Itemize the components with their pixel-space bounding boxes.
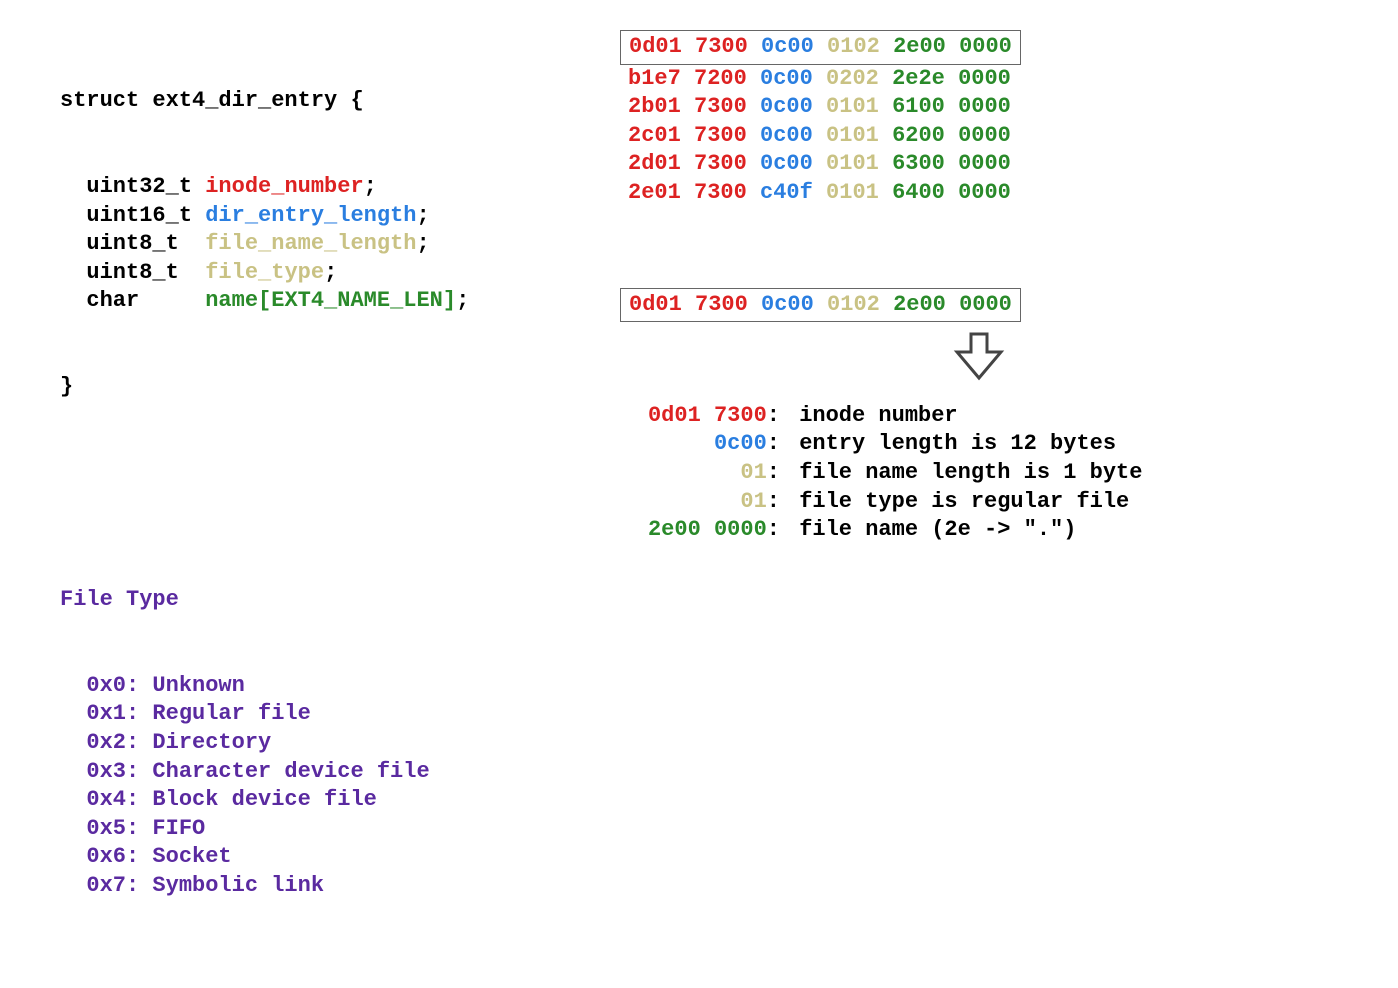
struct-field-type: uint8_t — [86, 260, 205, 285]
struct-field-type: uint8_t — [86, 231, 205, 256]
struct-field-name: file_type — [205, 260, 324, 285]
struct-field-name: name[EXT4_NAME_LEN] — [205, 288, 456, 313]
struct-field-suffix: ; — [416, 231, 429, 256]
breakdown-block: 0d01 7300 0c00 0102 2e00 0000 0d01 7300:… — [620, 288, 1338, 545]
file-type-entry: 0x2: Directory — [60, 729, 580, 758]
struct-field-suffix: ; — [416, 203, 429, 228]
struct-field-suffix: ; — [324, 260, 337, 285]
file-type-block: File Type 0x0: Unknown 0x1: Regular file… — [60, 529, 580, 958]
struct-field: uint8_t file_name_length; — [60, 230, 580, 259]
file-type-entry: 0x7: Symbolic link — [60, 872, 580, 901]
struct-field: char name[EXT4_NAME_LEN]; — [60, 287, 580, 316]
breakdown-key: 0d01 7300: — [620, 402, 786, 431]
file-type-entry: 0x3: Character device file — [60, 758, 580, 787]
struct-field-name: dir_entry_length — [205, 203, 416, 228]
struct-decl-open: struct ext4_dir_entry { — [60, 87, 580, 116]
breakdown-desc: file name length is 1 byte — [786, 459, 1142, 488]
breakdown-key: 01: — [620, 459, 786, 488]
struct-field-name: file_name_length — [205, 231, 416, 256]
struct-field: uint32_t inode_number; — [60, 173, 580, 202]
hex-row-first: 0d01 7300 0c00 0102 2e00 0000 — [620, 288, 1021, 323]
breakdown-row: 2e00 0000: file name (2e -> ".") — [620, 516, 1338, 545]
file-type-entry: 0x6: Socket — [60, 843, 580, 872]
file-type-entry: 0x0: Unknown — [60, 672, 580, 701]
file-type-entry: 0x5: FIFO — [60, 815, 580, 844]
struct-block: struct ext4_dir_entry { uint32_t inode_n… — [60, 30, 580, 459]
breakdown-desc: inode number — [786, 402, 958, 431]
struct-field-type: uint32_t — [86, 174, 205, 199]
hex-row: 2e01 7300 c40f 0101 6400 0000 — [628, 179, 1011, 208]
struct-field: uint16_t dir_entry_length; — [60, 202, 580, 231]
breakdown-key: 2e00 0000: — [620, 516, 786, 545]
breakdown-desc: file type is regular file — [786, 488, 1129, 517]
hex-row: 2b01 7300 0c00 0101 6100 0000 — [628, 93, 1011, 122]
breakdown-row: 0c00: entry length is 12 bytes — [620, 430, 1338, 459]
hex-row: b1e7 7200 0c00 0202 2e2e 0000 — [628, 65, 1011, 94]
struct-field-suffix: ; — [456, 288, 469, 313]
breakdown-row: 01: file name length is 1 byte — [620, 459, 1338, 488]
file-type-entry: 0x4: Block device file — [60, 786, 580, 815]
breakdown-row: 01: file type is regular file — [620, 488, 1338, 517]
breakdown-desc: entry length is 12 bytes — [786, 430, 1116, 459]
struct-field: uint8_t file_type; — [60, 259, 580, 288]
file-type-entry: 0x1: Regular file — [60, 700, 580, 729]
breakdown-desc: file name (2e -> ".") — [786, 516, 1076, 545]
hex-row: 2d01 7300 0c00 0101 6300 0000 — [628, 150, 1011, 179]
hex-row: 2c01 7300 0c00 0101 6200 0000 — [628, 122, 1011, 151]
struct-field-name: inode_number — [205, 174, 363, 199]
breakdown-row: 0d01 7300: inode number — [620, 402, 1338, 431]
file-type-title: File Type — [60, 586, 580, 615]
arrow-down-icon — [620, 332, 1338, 392]
struct-field-type: char — [86, 288, 205, 313]
hex-dump: 0d01 7300 0c00 0102 2e00 0000 b1e7 7200 … — [620, 30, 1338, 208]
hex-row-first: 0d01 7300 0c00 0102 2e00 0000 — [620, 30, 1021, 65]
breakdown-key: 0c00: — [620, 430, 786, 459]
struct-field-suffix: ; — [364, 174, 377, 199]
breakdown-key: 01: — [620, 488, 786, 517]
struct-decl-close: } — [60, 373, 580, 402]
struct-field-type: uint16_t — [86, 203, 205, 228]
